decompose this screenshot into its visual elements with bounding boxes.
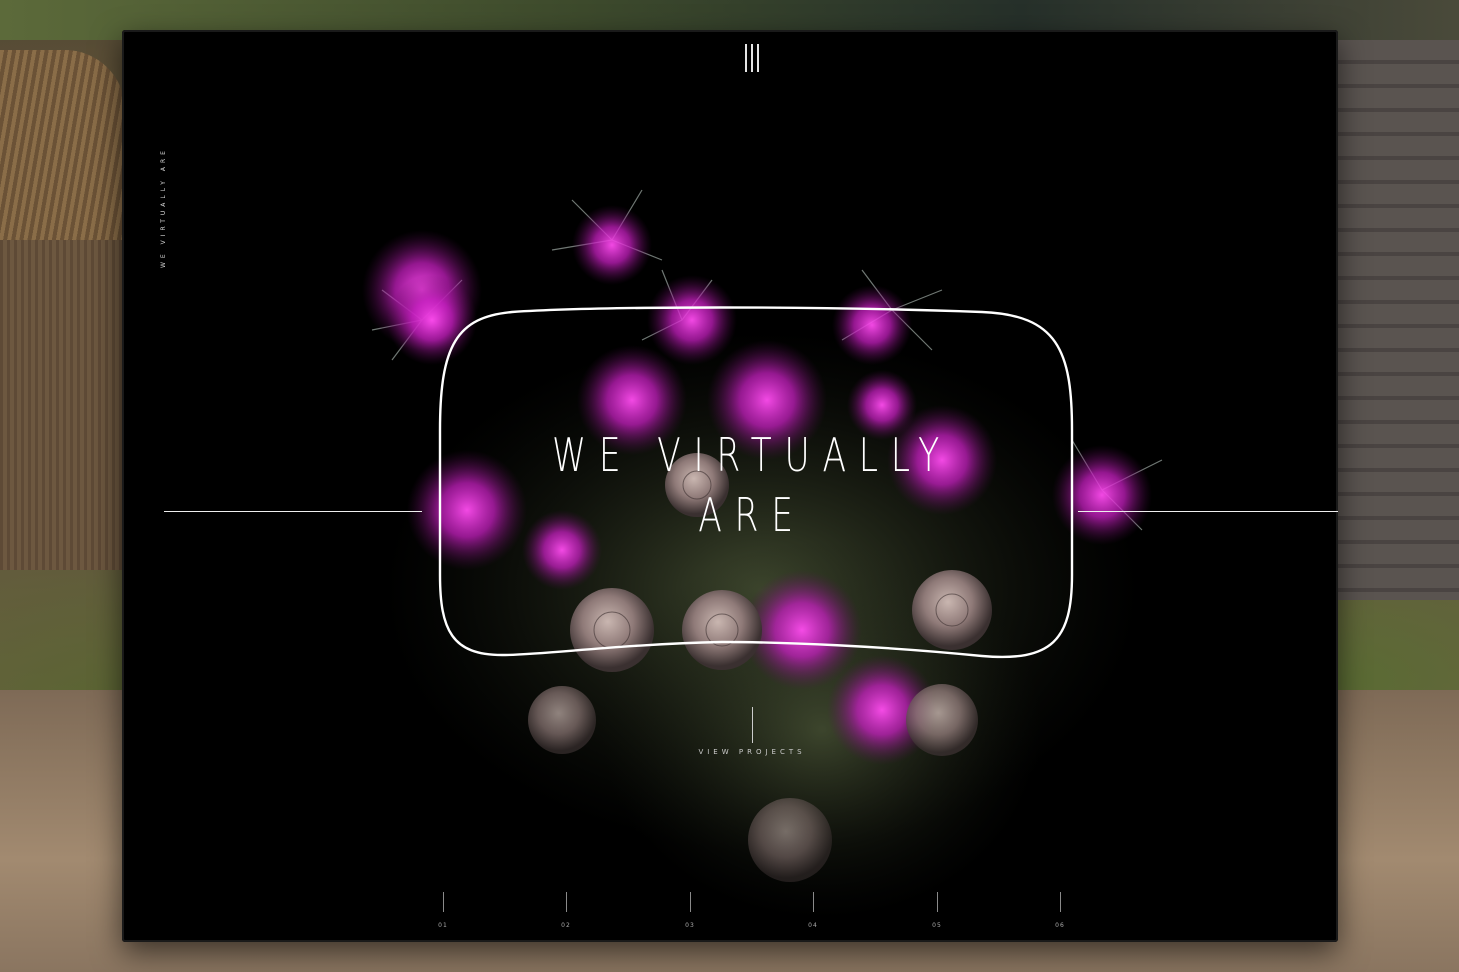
divider-right bbox=[1078, 511, 1338, 512]
pager-item-02[interactable]: 02 bbox=[556, 892, 576, 929]
hero-headline: WE VIRTUALLY ARE bbox=[520, 425, 985, 545]
headline-line-1: WE VIRTUALLY bbox=[552, 428, 952, 482]
pager-number: 01 bbox=[438, 922, 448, 929]
view-projects-link[interactable]: VIEW PROJECTS bbox=[662, 748, 842, 756]
background-wall-left bbox=[0, 240, 125, 570]
pager-item-04[interactable]: 04 bbox=[803, 892, 823, 929]
pager-item-01[interactable]: 01 bbox=[433, 892, 453, 929]
pager-number: 03 bbox=[685, 922, 695, 929]
background-wall-right bbox=[1334, 40, 1459, 600]
background-hut bbox=[0, 50, 125, 250]
headline-line-2: ARE bbox=[698, 488, 806, 542]
vertical-tagline: WE VIRTUALLY ARE bbox=[160, 147, 167, 268]
pager-number: 05 bbox=[932, 922, 942, 929]
pager-item-03[interactable]: 03 bbox=[680, 892, 700, 929]
website-frame: WE VIRTUALLY ARE WE VIRTUALLY ARE VIEW P… bbox=[122, 30, 1338, 942]
menu-icon[interactable] bbox=[742, 44, 762, 72]
project-pager: 01 02 03 04 05 06 bbox=[122, 892, 1338, 932]
pager-number: 02 bbox=[561, 922, 571, 929]
cta-line bbox=[752, 707, 753, 743]
pager-item-05[interactable]: 05 bbox=[927, 892, 947, 929]
pager-number: 06 bbox=[1055, 922, 1065, 929]
pager-item-06[interactable]: 06 bbox=[1050, 892, 1070, 929]
divider-left bbox=[164, 511, 422, 512]
pager-number: 04 bbox=[808, 922, 818, 929]
